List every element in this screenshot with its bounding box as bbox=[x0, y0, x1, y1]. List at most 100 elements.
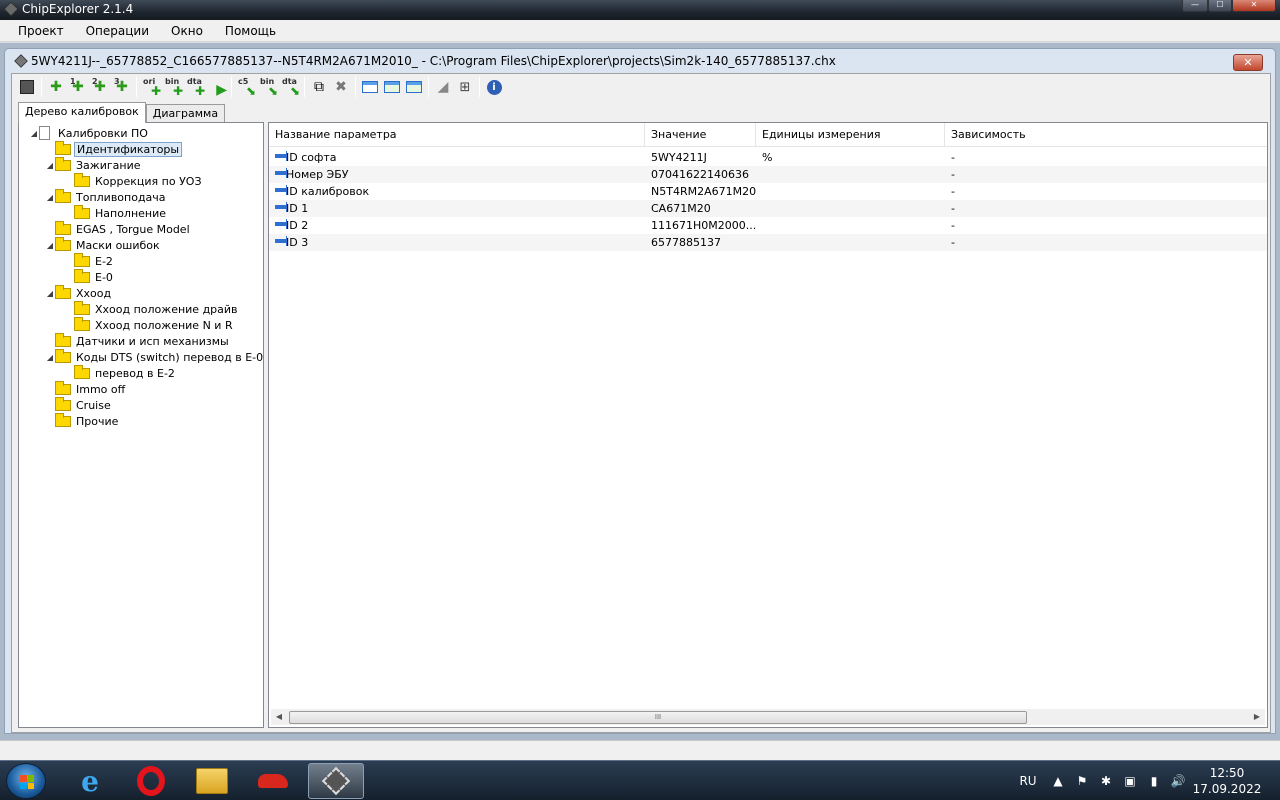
collapse-arrow-icon[interactable]: ◢ bbox=[45, 193, 55, 202]
tree-item[interactable]: Ххоод положение N и R bbox=[64, 316, 235, 333]
table-row[interactable]: ID софта 5WY4211J% - bbox=[269, 149, 1267, 166]
table-row[interactable]: ID 3 6577885137 - bbox=[269, 234, 1267, 251]
taskbar-explorer-button[interactable] bbox=[184, 763, 240, 799]
info-button[interactable]: i bbox=[483, 76, 505, 98]
project-window-title-bar[interactable]: 5WY4211J--_65778852_C166577885137--N5T4R… bbox=[5, 49, 1275, 73]
cell-value[interactable]: 5WY4211J bbox=[645, 149, 756, 166]
tree-item[interactable]: Ххоод положение драйв bbox=[64, 300, 240, 317]
cell-value[interactable]: N5T4RM2A671M200 bbox=[645, 183, 756, 200]
compare-button[interactable]: ⧉ bbox=[308, 76, 330, 98]
app-title-bar[interactable]: ChipExplorer 2.1.4 — ☐ ✕ bbox=[0, 0, 1280, 20]
collapse-arrow-icon[interactable]: ◢ bbox=[29, 129, 39, 138]
tree-item[interactable]: ◢ Маски ошибок bbox=[45, 236, 162, 253]
add-level3-button[interactable]: 3 ✚ bbox=[111, 76, 133, 98]
export-bin-button[interactable]: bin ⬊ bbox=[257, 76, 279, 98]
tree-item[interactable]: ◢ Зажигание bbox=[45, 156, 142, 173]
project-close-button[interactable]: ✕ bbox=[1233, 54, 1263, 71]
ramp-button[interactable]: ◢ bbox=[432, 76, 454, 98]
cell-units[interactable] bbox=[756, 234, 945, 251]
cell-dependency[interactable]: - bbox=[945, 166, 1267, 183]
collapse-arrow-icon[interactable]: ◢ bbox=[45, 353, 55, 362]
device-icon[interactable]: ▣ bbox=[1122, 773, 1138, 789]
cell-value[interactable]: CA671M20 bbox=[645, 200, 756, 217]
tree-item[interactable]: Датчики и исп механизмы bbox=[45, 332, 231, 349]
scroll-left-button[interactable]: ◀ bbox=[271, 709, 287, 725]
language-indicator[interactable]: RU bbox=[1014, 773, 1042, 789]
add-ori-button[interactable]: ori ✚ bbox=[140, 76, 162, 98]
tree-item[interactable]: Идентификаторы bbox=[45, 140, 183, 157]
maximize-button[interactable]: ☐ bbox=[1208, 0, 1232, 12]
tab-calibration-tree[interactable]: Дерево калибровок bbox=[18, 102, 146, 123]
taskbar-opera-button[interactable] bbox=[123, 763, 179, 799]
table-row[interactable]: ID 1 CA671M20 - bbox=[269, 200, 1267, 217]
table-row[interactable]: ID калибровок N5T4RM2A671M200 - bbox=[269, 183, 1267, 200]
tab-diagram[interactable]: Диаграмма bbox=[145, 104, 226, 123]
scroll-thumb[interactable]: III bbox=[289, 711, 1027, 724]
cell-value[interactable]: 6577885137 bbox=[645, 234, 756, 251]
menu-window[interactable]: Окно bbox=[163, 20, 211, 42]
horizontal-scrollbar[interactable]: ◀ III ▶ bbox=[271, 709, 1265, 725]
tree-item[interactable]: ◢ Коды DTS (switch) перевод в E-0 bbox=[45, 348, 265, 365]
cell-name[interactable]: ID 3 bbox=[269, 234, 645, 251]
cell-name[interactable]: Номер ЭБУ bbox=[269, 166, 645, 183]
cell-dependency[interactable]: - bbox=[945, 217, 1267, 234]
menu-help[interactable]: Помощь bbox=[217, 20, 284, 42]
column-header-value[interactable]: Значение bbox=[645, 123, 756, 147]
cell-name[interactable]: ID софта bbox=[269, 149, 645, 166]
export-dta-button[interactable]: dta ⬊ bbox=[279, 76, 301, 98]
taskbar-ie-button[interactable]: e bbox=[62, 763, 118, 799]
tree-root[interactable]: ◢ Калибровки ПО bbox=[29, 125, 150, 141]
network-signal-icon[interactable]: ▮ bbox=[1146, 773, 1162, 789]
binoculars-button[interactable]: ⊞ bbox=[454, 76, 476, 98]
cell-units[interactable] bbox=[756, 183, 945, 200]
add-level1-button[interactable]: 1 ✚ bbox=[67, 76, 89, 98]
column-header-name[interactable]: Название параметра bbox=[269, 123, 645, 147]
tree-item[interactable]: E-2 bbox=[64, 252, 115, 269]
cell-dependency[interactable]: - bbox=[945, 200, 1267, 217]
taskbar-car-app-button[interactable] bbox=[245, 763, 301, 799]
add-item-button[interactable]: ✚ bbox=[45, 76, 67, 98]
cell-dependency[interactable]: - bbox=[945, 234, 1267, 251]
tree-item[interactable]: ◢ Топливоподача bbox=[45, 188, 168, 205]
tree-item[interactable]: Cruise bbox=[45, 396, 113, 413]
cell-units[interactable] bbox=[756, 166, 945, 183]
play-button[interactable]: ▶ bbox=[206, 76, 228, 98]
add-bin-button[interactable]: bin ✚ bbox=[162, 76, 184, 98]
add-level2-button[interactable]: 2 ✚ bbox=[89, 76, 111, 98]
menu-operations[interactable]: Операции bbox=[78, 20, 157, 42]
collapse-arrow-icon[interactable]: ◢ bbox=[45, 241, 55, 250]
cell-value[interactable]: 07041622140636 bbox=[645, 166, 756, 183]
cell-name[interactable]: ID 1 bbox=[269, 200, 645, 217]
show-hidden-icons-arrow[interactable]: ▲ bbox=[1050, 773, 1066, 789]
window-import-button[interactable] bbox=[403, 76, 425, 98]
bluetooth-icon[interactable]: ✱ bbox=[1098, 773, 1114, 789]
scroll-right-button[interactable]: ▶ bbox=[1249, 709, 1265, 725]
tree-item[interactable]: Прочие bbox=[45, 412, 120, 429]
cell-units[interactable] bbox=[756, 217, 945, 234]
export-c5-button[interactable]: c5 ⬊ bbox=[235, 76, 257, 98]
save-button[interactable] bbox=[16, 76, 38, 98]
cell-dependency[interactable]: - bbox=[945, 149, 1267, 166]
column-header-units[interactable]: Единицы измерения bbox=[756, 123, 945, 147]
cell-name[interactable]: ID калибровок bbox=[269, 183, 645, 200]
close-button[interactable]: ✕ bbox=[1232, 0, 1276, 12]
tree-item[interactable]: EGAS , Torgue Model bbox=[45, 220, 192, 237]
start-button[interactable] bbox=[6, 763, 46, 799]
add-dta-button[interactable]: dta ✚ bbox=[184, 76, 206, 98]
cell-units[interactable]: % bbox=[756, 149, 945, 166]
flag-icon[interactable]: ⚑ bbox=[1074, 773, 1090, 789]
collapse-arrow-icon[interactable]: ◢ bbox=[45, 161, 55, 170]
tree-item[interactable]: E-0 bbox=[64, 268, 115, 285]
tree-item[interactable]: ◢ Ххоод bbox=[45, 284, 113, 301]
clock[interactable]: 12:50 17.09.2022 bbox=[1188, 765, 1266, 797]
window-button[interactable] bbox=[359, 76, 381, 98]
delete-button[interactable]: ✖ bbox=[330, 76, 352, 98]
cell-name[interactable]: ID 2 bbox=[269, 217, 645, 234]
table-row[interactable]: ID 2 111671H0M2000... - bbox=[269, 217, 1267, 234]
tree-item[interactable]: перевод в E-2 bbox=[64, 364, 177, 381]
window-export-button[interactable] bbox=[381, 76, 403, 98]
table-row[interactable]: Номер ЭБУ 07041622140636 - bbox=[269, 166, 1267, 183]
cell-dependency[interactable]: - bbox=[945, 183, 1267, 200]
cell-value[interactable]: 111671H0M2000... bbox=[645, 217, 756, 234]
column-header-dependency[interactable]: Зависимость bbox=[945, 123, 1267, 147]
